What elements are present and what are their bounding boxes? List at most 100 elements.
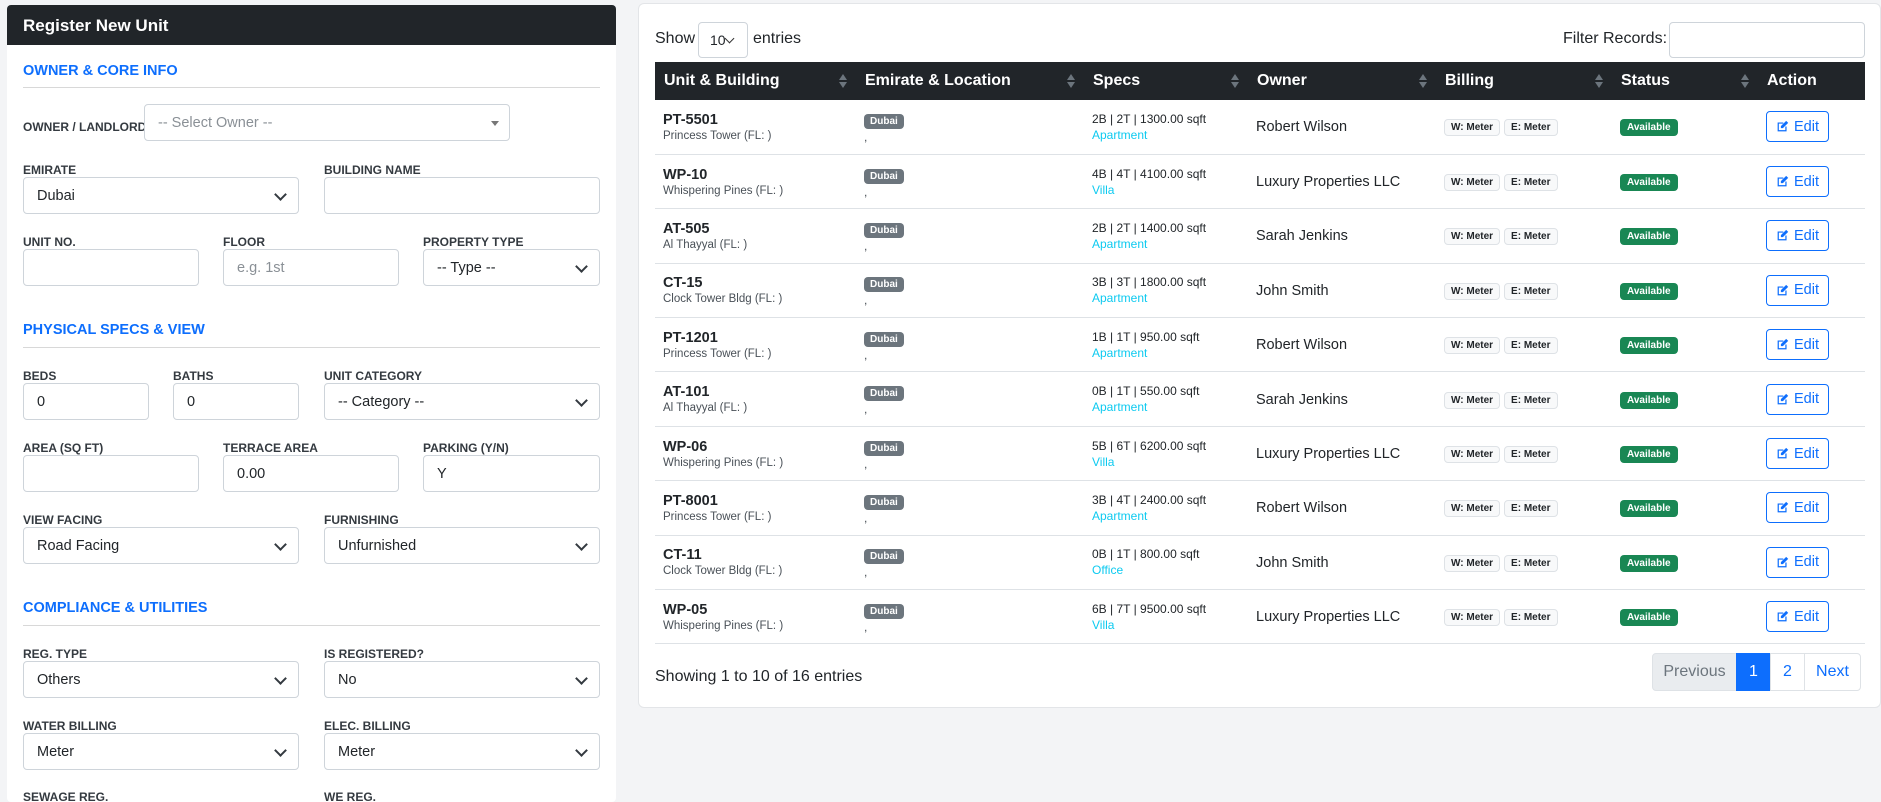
chevron-down-icon <box>724 33 735 44</box>
parking-input[interactable]: Y <box>423 455 600 492</box>
water-meter-badge: W: Meter <box>1444 554 1501 572</box>
beds-input[interactable]: 0 <box>23 383 149 420</box>
cell-emirate-location: Dubai, <box>856 481 1084 535</box>
status-badge: Available <box>1620 119 1678 137</box>
form-title: Register New Unit <box>7 5 616 45</box>
unit-code: PT-5501 <box>663 111 718 128</box>
location-text: , <box>864 565 868 580</box>
cell-emirate-location: Dubai, <box>856 318 1084 372</box>
pagination-page-2[interactable]: 2 <box>1770 653 1805 691</box>
cell-action: Edit <box>1758 318 1865 372</box>
edit-label: Edit <box>1794 391 1819 408</box>
owner-select-value: -- Select Owner -- <box>158 114 273 131</box>
view-label: VIEW FACING <box>23 513 103 527</box>
register-unit-form: Register New Unit OWNER & CORE INFO OWNE… <box>7 5 616 802</box>
table-row: AT-505 Al Thayyal (FL: ) Dubai, 2B | 2T | 1… <box>655 209 1865 264</box>
is-registered-label: IS REGISTERED? <box>324 647 425 661</box>
emirate-select[interactable]: Dubai <box>23 177 299 214</box>
edit-button[interactable]: Edit <box>1766 220 1829 252</box>
unit-category-select[interactable]: -- Category -- <box>324 383 600 420</box>
cell-emirate-location: Dubai, <box>856 372 1084 426</box>
property-type-text: Office <box>1092 563 1124 578</box>
page-length-select[interactable]: 10 <box>698 22 748 58</box>
edit-button[interactable]: Edit <box>1766 546 1829 578</box>
cell-owner: Sarah Jenkins <box>1248 209 1436 263</box>
floor-input[interactable]: e.g. 1st <box>223 249 399 286</box>
cell-emirate-location: Dubai, <box>856 426 1084 480</box>
cell-unit-building: AT-505 Al Thayyal (FL: ) <box>655 209 856 263</box>
pagination: Previous 1 2 Next <box>1652 653 1861 691</box>
cell-billing: W: Meter E: Meter <box>1436 535 1612 589</box>
chevron-down-icon <box>274 188 287 201</box>
cell-owner: Luxury Properties LLC <box>1248 590 1436 644</box>
pagination-page-1[interactable]: 1 <box>1736 653 1771 691</box>
specs-text: 0B | 1T | 800.00 sqft <box>1092 547 1200 562</box>
unit-no-input[interactable] <box>23 249 199 286</box>
location-text: , <box>864 184 868 199</box>
water-meter-badge: W: Meter <box>1444 119 1501 137</box>
floor-placeholder: e.g. 1st <box>237 259 285 276</box>
status-badge: Available <box>1620 337 1678 355</box>
edit-button[interactable]: Edit <box>1766 438 1829 470</box>
cell-action: Edit <box>1758 154 1865 208</box>
edit-button[interactable]: Edit <box>1766 166 1829 198</box>
cell-owner: John Smith <box>1248 263 1436 317</box>
table-row: WP-05 Whispering Pines (FL: ) Dubai, 6B | 7… <box>655 590 1865 644</box>
elec-meter-badge: E: Meter <box>1504 609 1558 627</box>
property-type-select[interactable]: -- Type -- <box>423 249 600 286</box>
water-billing-select[interactable]: Meter <box>23 733 299 770</box>
pagination-next[interactable]: Next <box>1804 653 1861 691</box>
property-type-text: Apartment <box>1092 127 1148 142</box>
edit-icon <box>1777 556 1789 568</box>
cell-status: Available <box>1612 209 1758 263</box>
terrace-area-value: 0.00 <box>237 465 266 482</box>
elec-meter-badge: E: Meter <box>1504 337 1558 355</box>
elec-billing-label: ELEC. BILLING <box>324 719 411 733</box>
emirate-badge: Dubai <box>864 277 904 293</box>
filter-records-input[interactable] <box>1669 22 1865 58</box>
pagination-previous[interactable]: Previous <box>1652 653 1737 691</box>
col-specs[interactable]: Specs <box>1084 62 1248 100</box>
cell-unit-building: PT-5501 Princess Tower (FL: ) <box>655 100 856 154</box>
cell-emirate-location: Dubai, <box>856 209 1084 263</box>
col-billing[interactable]: Billing <box>1436 62 1612 100</box>
building-name: Princess Tower (FL: ) <box>663 510 772 523</box>
elec-billing-select[interactable]: Meter <box>324 733 600 770</box>
status-badge: Available <box>1620 446 1678 464</box>
baths-input[interactable]: 0 <box>173 383 299 420</box>
sort-icon <box>1595 74 1603 88</box>
cell-action: Edit <box>1758 263 1865 317</box>
edit-button[interactable]: Edit <box>1766 383 1829 415</box>
reg-type-select[interactable]: Others <box>23 661 299 698</box>
specs-text: 3B | 4T | 2400.00 sqft <box>1092 492 1207 507</box>
cell-specs: 3B | 4T | 2400.00 sqft Apartment <box>1084 481 1248 535</box>
cell-action: Edit <box>1758 535 1865 589</box>
emirate-badge: Dubai <box>864 222 904 238</box>
section-owner-core: OWNER & CORE INFO <box>23 63 178 79</box>
edit-button[interactable]: Edit <box>1766 274 1829 306</box>
owner-select[interactable]: -- Select Owner -- <box>144 104 510 141</box>
col-unit-building[interactable]: Unit & Building <box>655 62 856 100</box>
col-owner[interactable]: Owner <box>1248 62 1436 100</box>
cell-specs: 0B | 1T | 800.00 sqft Office <box>1084 535 1248 589</box>
furnishing-select[interactable]: Unfurnished <box>324 527 600 564</box>
col-emirate-location[interactable]: Emirate & Location <box>856 62 1084 100</box>
emirate-badge: Dubai <box>864 168 904 184</box>
cell-billing: W: Meter E: Meter <box>1436 209 1612 263</box>
cell-status: Available <box>1612 426 1758 480</box>
unit-code: PT-8001 <box>663 492 718 509</box>
building-name: Al Thayyal (FL: ) <box>663 402 748 415</box>
edit-button[interactable]: Edit <box>1766 492 1829 524</box>
edit-button[interactable]: Edit <box>1766 601 1829 633</box>
edit-button[interactable]: Edit <box>1766 329 1829 361</box>
edit-button[interactable]: Edit <box>1766 111 1829 143</box>
area-input[interactable] <box>23 455 199 492</box>
col-status[interactable]: Status <box>1612 62 1758 100</box>
page-length-value: 10 <box>710 32 726 48</box>
cell-unit-building: WP-05 Whispering Pines (FL: ) <box>655 590 856 644</box>
terrace-area-input[interactable]: 0.00 <box>223 455 399 492</box>
cell-billing: W: Meter E: Meter <box>1436 481 1612 535</box>
view-facing-select[interactable]: Road Facing <box>23 527 299 564</box>
building-name-input[interactable] <box>324 177 600 214</box>
is-registered-select[interactable]: No <box>324 661 600 698</box>
